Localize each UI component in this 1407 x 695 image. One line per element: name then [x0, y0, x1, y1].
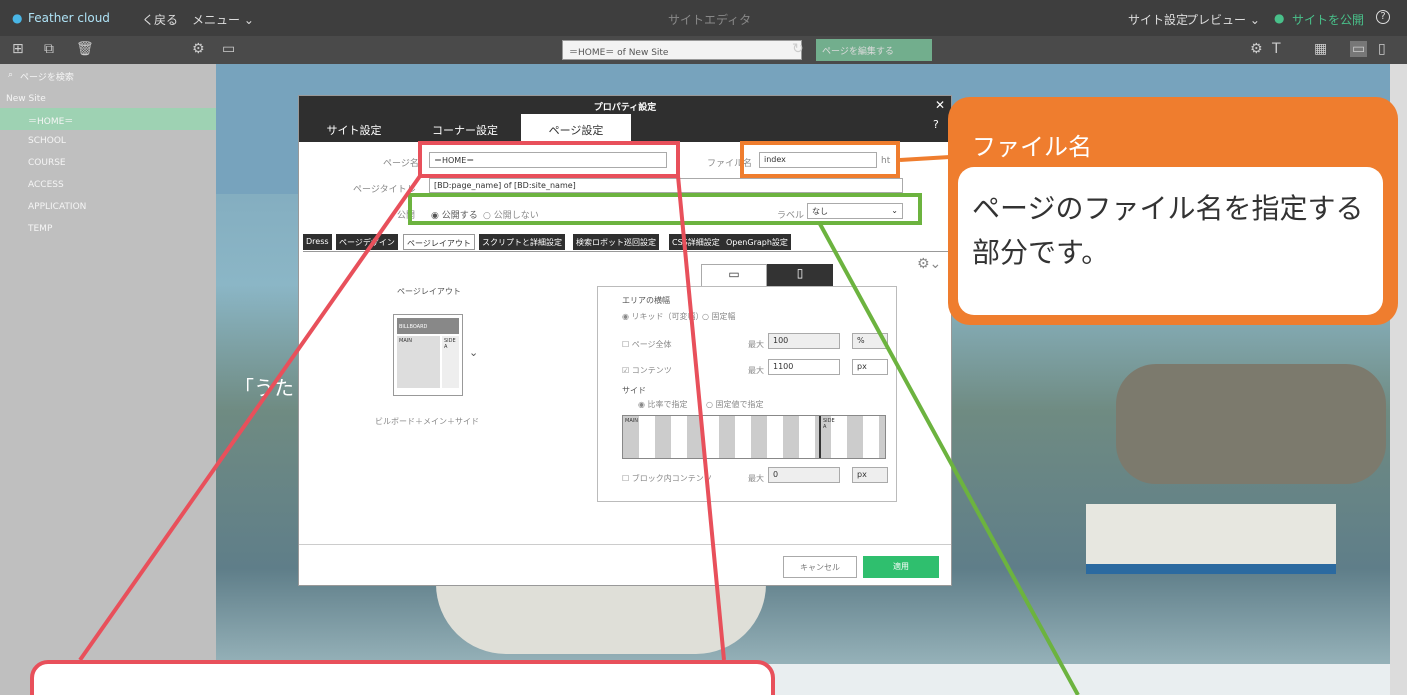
callout-body: ページのファイル名を指定する部分です。	[958, 167, 1383, 315]
file-name-callout: ファイル名 ページのファイル名を指定する部分です。	[948, 97, 1398, 325]
orange-connector	[899, 155, 951, 162]
page-name-callout	[30, 660, 775, 695]
red-connector-right	[676, 175, 726, 661]
callout-title: ファイル名	[972, 133, 1092, 161]
red-connector-left	[78, 174, 422, 662]
